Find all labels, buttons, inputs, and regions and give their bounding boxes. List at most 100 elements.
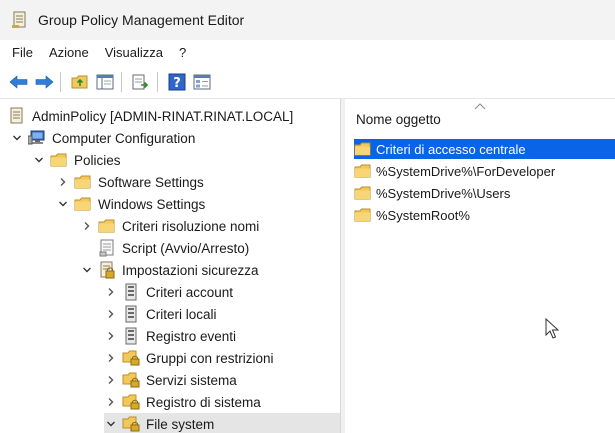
folder-icon	[354, 184, 372, 202]
list-item-label: %SystemDrive%\Users	[376, 185, 511, 201]
tree-node-registro-eventi[interactable]: Registro eventi	[104, 325, 236, 347]
chevron-right-icon[interactable]	[104, 373, 118, 387]
tree-node-software-settings[interactable]: Software Settings	[56, 171, 204, 193]
chevron-right-icon[interactable]	[104, 307, 118, 321]
list-item[interactable]: %SystemRoot%	[354, 205, 470, 225]
pane-splitter[interactable]	[341, 99, 345, 433]
folder-icon	[354, 140, 372, 158]
tree-node-label: Gruppi con restrizioni	[146, 350, 274, 366]
back-arrow-icon	[9, 75, 28, 89]
policy-list-icon	[122, 327, 140, 345]
tree-node-impostazioni-sicurezza[interactable]: Impostazioni sicurezza	[80, 259, 259, 281]
up-folder-icon	[71, 75, 88, 89]
chevron-down-icon[interactable]	[10, 131, 24, 145]
export-list-button[interactable]	[130, 71, 152, 93]
column-header-label: Nome oggetto	[356, 112, 441, 127]
folder-icon	[98, 217, 116, 235]
computer-icon	[28, 129, 46, 147]
toolbar-separator	[60, 72, 61, 92]
up-one-level-button[interactable]	[69, 71, 91, 93]
tree-node-gruppi-con-restrizioni[interactable]: Gruppi con restrizioni	[104, 347, 274, 369]
console-tree[interactable]: AdminPolicy [ADMIN-RINAT.RINAT.LOCAL] Co…	[0, 99, 341, 433]
policy-editor-icon	[12, 11, 26, 28]
toolbar: ?	[0, 66, 615, 99]
menu-bar: File Azione Visualizza ?	[0, 40, 615, 66]
tree-node-file-system[interactable]: File system	[104, 413, 340, 433]
chevron-down-icon[interactable]	[56, 197, 70, 211]
tree-node-criteri-locali[interactable]: Criteri locali	[104, 303, 217, 325]
chevron-down-icon[interactable]	[32, 153, 46, 167]
help-button[interactable]: ?	[166, 71, 188, 93]
details-list[interactable]: Nome oggetto Criteri di accesso centrale…	[346, 99, 615, 433]
folder-icon	[74, 195, 92, 213]
tree-node-label: Windows Settings	[98, 196, 206, 212]
chevron-down-icon[interactable]	[104, 417, 118, 431]
locked-folder-icon	[122, 393, 140, 411]
menu-file[interactable]: File	[0, 40, 41, 66]
menu-visualizza[interactable]: Visualizza	[97, 40, 171, 66]
tree-node-computer-configuration[interactable]: Computer Configuration	[10, 127, 195, 149]
policy-document-icon	[8, 107, 26, 125]
chevron-right-icon[interactable]	[56, 175, 70, 189]
tree-node-label: Policies	[74, 152, 121, 168]
chevron-right-icon[interactable]	[104, 395, 118, 409]
chevron-right-icon[interactable]	[80, 219, 94, 233]
properties-button[interactable]	[191, 71, 213, 93]
list-item-label: Criteri di accesso centrale	[376, 141, 526, 157]
forward-arrow-icon	[35, 75, 54, 89]
folder-icon	[354, 206, 372, 224]
chevron-right-icon[interactable]	[104, 329, 118, 343]
tree-node-label: AdminPolicy [ADMIN-RINAT.RINAT.LOCAL]	[32, 108, 294, 124]
tree-node-label: Computer Configuration	[52, 130, 196, 146]
show-hide-tree-button[interactable]	[94, 71, 116, 93]
show-hide-tree-icon	[96, 74, 114, 90]
export-list-icon	[132, 74, 149, 90]
menu-help[interactable]: ?	[171, 40, 194, 66]
tree-node-script[interactable]: Script (Avvio/Arresto)	[98, 237, 249, 259]
chevron-right-icon[interactable]	[104, 285, 118, 299]
tree-node-label: Criteri account	[146, 284, 234, 300]
tree-node-root[interactable]: AdminPolicy [ADMIN-RINAT.RINAT.LOCAL]	[8, 105, 293, 127]
tree-node-label: Registro eventi	[146, 328, 237, 344]
tree-node-windows-settings[interactable]: Windows Settings	[56, 193, 205, 215]
back-button[interactable]	[8, 71, 30, 93]
forward-button[interactable]	[33, 71, 55, 93]
list-item-label: %SystemRoot%	[376, 207, 470, 223]
window-title: Group Policy Management Editor	[38, 12, 245, 28]
folder-icon	[74, 173, 92, 191]
tree-node-label: Script (Avvio/Arresto)	[122, 240, 250, 256]
tree-node-servizi-sistema[interactable]: Servizi sistema	[104, 369, 237, 391]
list-item[interactable]: %SystemDrive%\Users	[354, 183, 510, 203]
folder-icon	[354, 162, 372, 180]
toolbar-separator	[157, 72, 158, 92]
tree-node-label: Software Settings	[98, 174, 204, 190]
list-item[interactable]: %SystemDrive%\ForDeveloper	[354, 161, 555, 181]
tree-node-criteri-account[interactable]: Criteri account	[104, 281, 233, 303]
properties-icon	[193, 74, 211, 90]
list-item[interactable]: Criteri di accesso centrale	[354, 139, 615, 159]
script-icon	[98, 239, 116, 257]
menu-azione[interactable]: Azione	[41, 40, 97, 66]
toolbar-separator	[121, 72, 122, 92]
mouse-cursor-icon	[545, 318, 559, 339]
help-icon: ?	[168, 73, 186, 91]
security-settings-icon	[98, 261, 116, 279]
chevron-right-icon[interactable]	[104, 351, 118, 365]
column-header-nome-oggetto[interactable]: Nome oggetto	[346, 99, 615, 135]
title-bar: Group Policy Management Editor	[0, 0, 615, 40]
policy-list-icon	[122, 305, 140, 323]
tree-node-label: Impostazioni sicurezza	[122, 262, 259, 278]
chevron-down-icon[interactable]	[80, 263, 94, 277]
locked-folder-icon	[122, 415, 140, 433]
tree-node-label: Criteri locali	[146, 306, 217, 322]
sort-ascending-icon	[474, 103, 486, 110]
list-item-label: %SystemDrive%\ForDeveloper	[376, 163, 556, 179]
svg-text:?: ?	[173, 76, 181, 91]
tree-node-label: Criteri risoluzione nomi	[122, 218, 260, 234]
locked-folder-icon	[122, 371, 140, 389]
tree-node-registro-di-sistema[interactable]: Registro di sistema	[104, 391, 261, 413]
tree-node-label: File system	[146, 416, 215, 432]
tree-node-policies[interactable]: Policies	[32, 149, 121, 171]
tree-node-criteri-risoluzione-nomi[interactable]: Criteri risoluzione nomi	[80, 215, 259, 237]
tree-node-label: Servizi sistema	[146, 372, 237, 388]
